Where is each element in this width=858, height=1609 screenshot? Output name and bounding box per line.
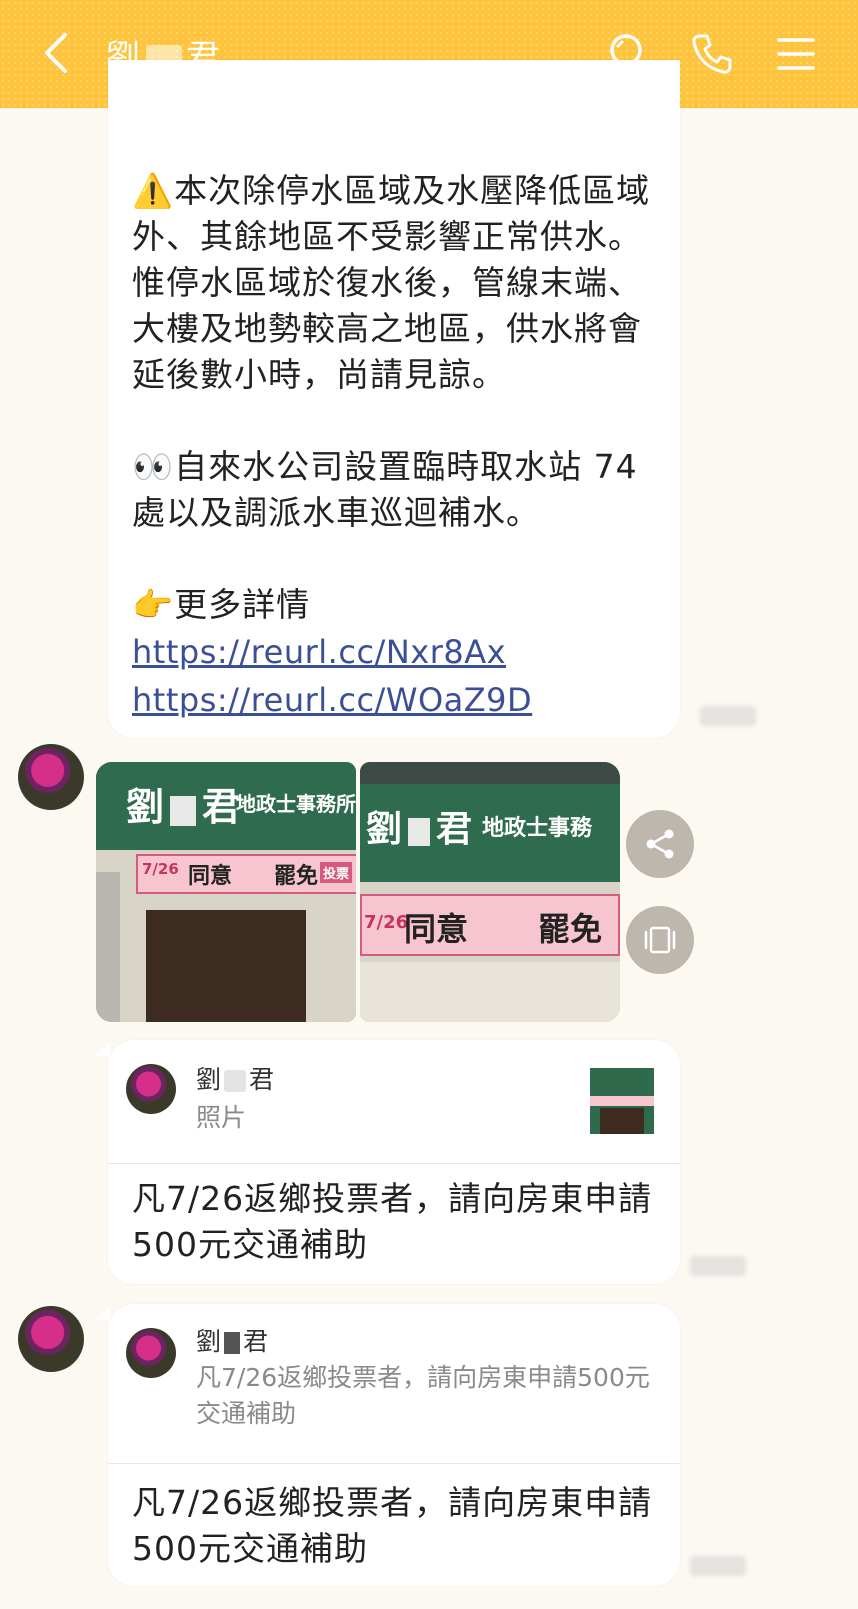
quoted-message[interactable]: 劉君 凡7/26返鄉投票者，請向房東申請500元交通補助 [108, 1304, 680, 1464]
eyes-emoji: 👀 [132, 447, 175, 486]
reply-bubble-2[interactable]: 劉君 凡7/26返鄉投票者，請向房東申請500元交通補助 凡7/26返鄉投票者，… [108, 1304, 680, 1586]
gallery-icon [644, 926, 676, 954]
message-body: ⚠️本次除停水區域及水壓降低區域外、其餘地區不受影響正常供水。惟停水區域於復水後… [132, 168, 662, 724]
eave [360, 762, 620, 784]
banner-date: 7/26 [142, 860, 179, 878]
banner-recall: 罷免 [274, 864, 319, 889]
reply-text: 凡7/26返鄉投票者，請向房東申請500元交通補助 [132, 1483, 653, 1568]
timestamp-redacted [700, 706, 756, 726]
reply-text: 凡7/26返鄉投票者，請向房東申請500元交通補助 [132, 1179, 653, 1264]
banner-agree: 同意 [188, 864, 233, 889]
banner-recall-2: 罷免 [538, 910, 603, 948]
quoted-photo-thumbnail [590, 1068, 654, 1134]
banner-agree-2: 同意 [404, 910, 469, 948]
photo-storefront-1[interactable]: 劉君 地政士事務所 7/26 同意 罷免 投票 [96, 762, 356, 1022]
menu-button[interactable] [770, 28, 822, 80]
point-emoji: 👉 [132, 585, 175, 624]
sign-name: 劉君 [126, 784, 241, 829]
sender-avatar[interactable] [18, 1306, 84, 1372]
paragraph-3: 👉更多詳情 [132, 582, 662, 628]
quoted-sender-name: 劉君 [196, 1327, 269, 1356]
phone-icon [692, 34, 732, 74]
timestamp-redacted [690, 1556, 746, 1576]
chevron-left-icon [45, 33, 67, 73]
reply-bubble-1[interactable]: 劉君 照片 凡7/26返鄉投票者，請向房東申請500元交通補助 [108, 1040, 680, 1284]
quoted-message[interactable]: 劉君 照片 [108, 1040, 680, 1164]
call-button[interactable] [686, 28, 738, 80]
paragraph-1-text: 本次除停水區域及水壓降低區域外、其餘地區不受影響正常供水。惟停水區域於復水後，管… [132, 171, 651, 394]
photo-storefront-2[interactable]: 劉君 地政士事務 7/26 同意 罷免 [360, 762, 620, 1022]
sign-subtitle-2: 地政士事務 [482, 815, 593, 841]
timestamp-redacted [690, 1256, 746, 1276]
ladder [96, 872, 120, 1022]
paragraph-3-text: 更多詳情 [174, 585, 311, 624]
share-icon [646, 829, 674, 859]
message-bubble-water-notice[interactable]: ⚠️本次除停水區域及水壓降低區域外、其餘地區不受影響正常供水。惟停水區域於復水後… [108, 60, 680, 738]
sign-subtitle: 地政士事務所 [236, 792, 356, 816]
gallery-button[interactable] [626, 906, 694, 974]
paragraph-2: 👀自來水公司設置臨時取水站 74 處以及調派水車巡迴補水。 [132, 444, 662, 536]
quoted-sender-name: 劉君 [196, 1065, 275, 1094]
lower-wall [360, 962, 620, 1022]
link-1[interactable]: https://reurl.cc/Nxr8Ax [132, 628, 662, 676]
share-button[interactable] [626, 810, 694, 878]
back-button[interactable] [36, 28, 76, 78]
warning-emoji: ⚠️ [132, 171, 175, 210]
quoted-avatar [126, 1064, 176, 1114]
quoted-avatar [126, 1328, 176, 1378]
banner-date-2: 7/26 [364, 912, 409, 933]
paragraph-1: ⚠️本次除停水區域及水壓降低區域外、其餘地區不受影響正常供水。惟停水區域於復水後… [132, 168, 662, 398]
hamburger-menu-icon [777, 38, 815, 70]
banner-vote: 投票 [320, 862, 353, 883]
paragraph-2-text: 自來水公司設置臨時取水站 74 處以及調派水車巡迴補水。 [132, 447, 650, 532]
shop-door [146, 910, 306, 1022]
quoted-text: 照片 [196, 1103, 247, 1132]
quoted-text: 凡7/26返鄉投票者，請向房東申請500元交通補助 [196, 1363, 650, 1428]
sign-name-2: 劉君 [366, 808, 473, 850]
link-2[interactable]: https://reurl.cc/WOaZ9D [132, 676, 662, 724]
sender-avatar[interactable] [18, 744, 84, 810]
